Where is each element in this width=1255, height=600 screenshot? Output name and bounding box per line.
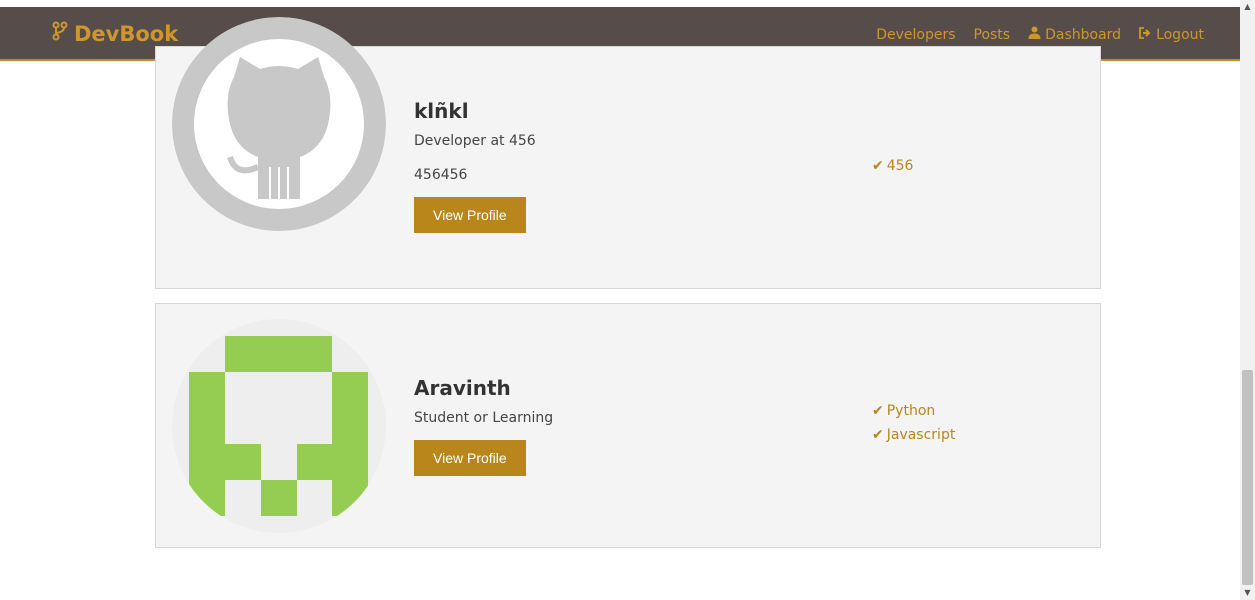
sign-out-icon <box>1139 26 1152 43</box>
skills-list: ✔ 456 <box>872 158 913 182</box>
skill-label: 456 <box>886 158 914 174</box>
nav-developers[interactable]: Developers <box>876 26 955 43</box>
profile-subtitle: Developer at 456 <box>414 133 536 149</box>
brand-label: DevBook <box>74 21 179 46</box>
skill-label: Javascript <box>886 427 956 443</box>
skill-item: ✔ Python <box>872 403 955 419</box>
profile-name: Aravinth <box>414 376 511 400</box>
code-branch-icon <box>52 21 68 46</box>
check-icon: ✔ <box>872 427 884 443</box>
scroll-down-arrow-icon[interactable]: ▼ <box>1240 586 1255 600</box>
nav-logout[interactable]: Logout <box>1139 26 1204 43</box>
nav-posts[interactable]: Posts <box>974 26 1011 43</box>
nav-links: Developers Posts Dashboard Logout <box>876 26 1204 43</box>
github-octocat-icon <box>172 17 386 231</box>
nav-dashboard[interactable]: Dashboard <box>1028 26 1121 43</box>
profile-location: 456456 <box>414 167 468 183</box>
profile-info: Aravinth Student or Learning View Profil… <box>414 376 553 476</box>
avatar <box>172 17 386 231</box>
user-icon <box>1028 26 1041 43</box>
profile-subtitle: Student or Learning <box>414 410 554 426</box>
nav-logout-label: Logout <box>1156 26 1204 43</box>
nav-dashboard-label: Dashboard <box>1045 26 1122 43</box>
skill-label: Python <box>886 403 936 419</box>
skills-list: ✔ Python ✔ Javascript <box>872 403 955 451</box>
view-profile-button[interactable]: View Profile <box>414 197 526 233</box>
skill-item: ✔ Javascript <box>872 427 955 443</box>
scroll-up-arrow-icon[interactable]: ▲ <box>1240 0 1255 14</box>
profile-info: klñkl Developer at 456 456456 View Profi… <box>414 99 536 233</box>
profile-card: klñkl Developer at 456 456456 View Profi… <box>155 17 1101 289</box>
view-profile-button[interactable]: View Profile <box>414 440 526 476</box>
avatar <box>172 319 386 533</box>
check-icon: ✔ <box>872 403 884 419</box>
check-icon: ✔ <box>872 158 884 174</box>
skill-item: ✔ 456 <box>872 158 913 174</box>
brand-link[interactable]: DevBook <box>52 21 178 46</box>
scrollbar-thumb[interactable] <box>1242 370 1253 585</box>
profile-card: Aravinth Student or Learning View Profil… <box>155 303 1101 548</box>
profile-name: klñkl <box>414 99 469 123</box>
vertical-scrollbar[interactable]: ▲ ▼ <box>1240 0 1255 600</box>
identicon-icon <box>172 319 386 533</box>
